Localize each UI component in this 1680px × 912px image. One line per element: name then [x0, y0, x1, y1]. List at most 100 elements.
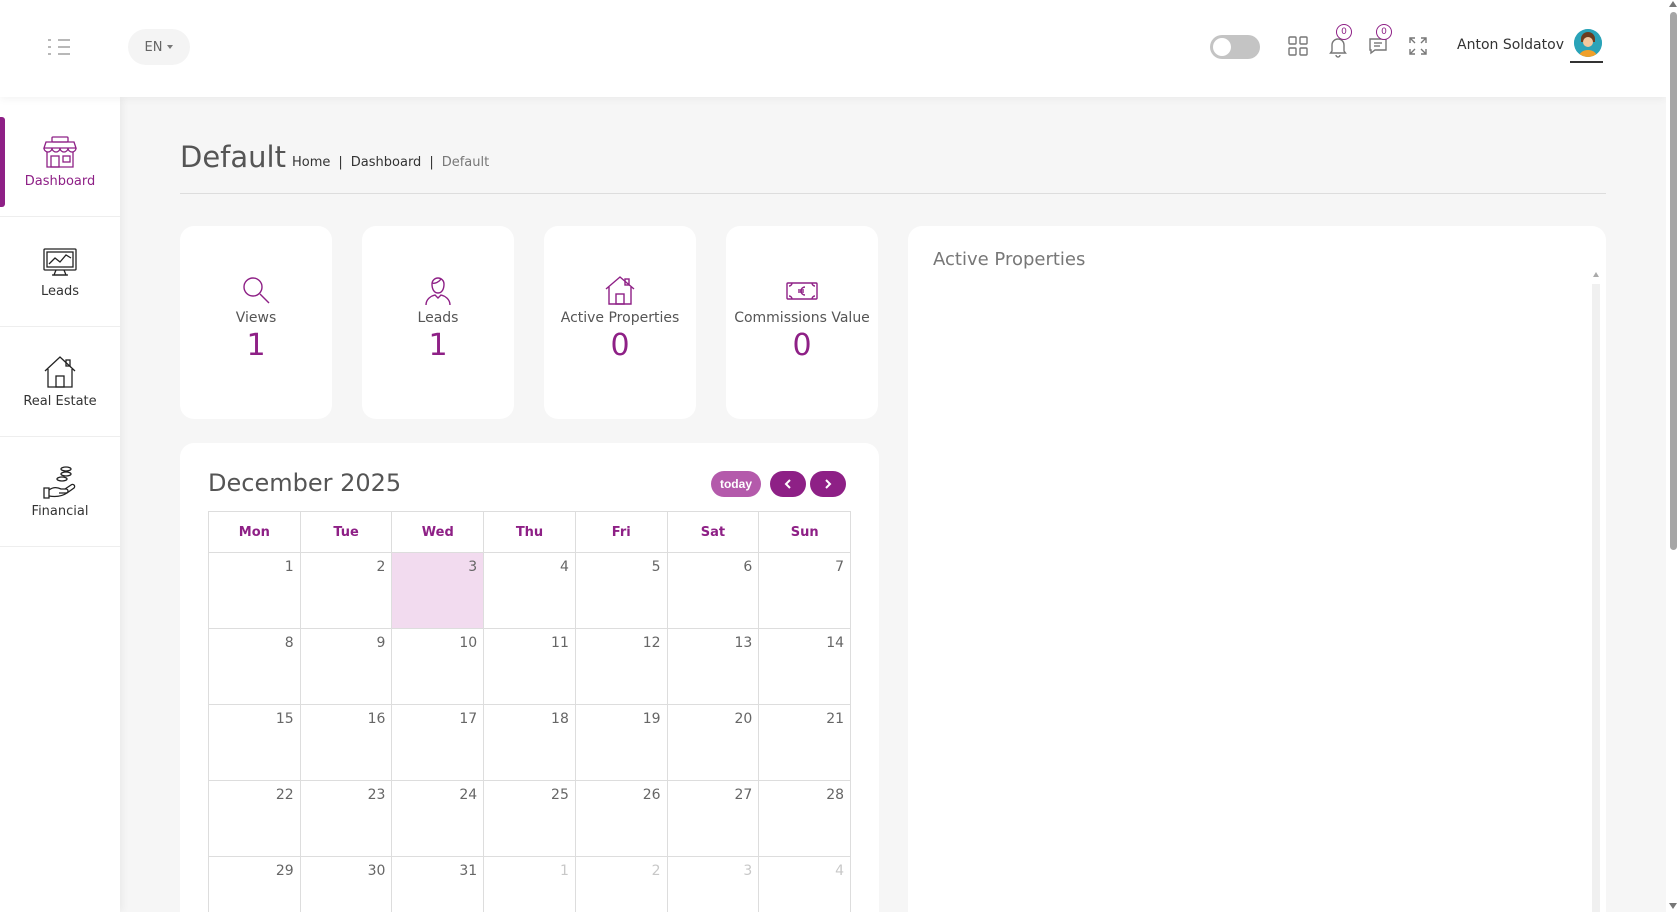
chevron-left-icon [784, 479, 791, 489]
weekday-fri: Fri [575, 512, 668, 553]
calendar-day-cell-next-month[interactable]: 2 [576, 857, 668, 912]
calendar-weekday-header: Mon Tue Wed Thu Fri Sat Sun [208, 511, 852, 553]
stat-card-commissions-value: Commissions Value 0 [726, 226, 878, 419]
scroll-down-arrow-icon[interactable] [1669, 903, 1677, 909]
monitor-chart-icon [43, 248, 77, 276]
calendar-week-row: 29 30 31 1 2 3 4 [208, 857, 852, 912]
menu-toggle-icon[interactable] [46, 38, 74, 56]
calendar-day-cell[interactable]: 7 [759, 553, 852, 629]
stat-card-views: Views 1 [180, 226, 332, 419]
calendar-day-cell[interactable]: 18 [484, 705, 576, 781]
calendar-day-cell-today[interactable]: 3 [392, 553, 485, 629]
sidebar-item-financial[interactable]: Financial [0, 437, 120, 547]
breadcrumb-dashboard[interactable]: Dashboard [351, 155, 422, 170]
user-avatar[interactable] [1574, 29, 1602, 57]
stat-label: Active Properties [560, 310, 680, 326]
calendar-day-cell[interactable]: 13 [667, 629, 760, 705]
next-month-button[interactable] [810, 471, 846, 497]
calendar-day-cell[interactable]: 23 [300, 781, 393, 857]
calendar-day-cell[interactable]: 14 [759, 629, 852, 705]
calendar-day-cell[interactable]: 15 [209, 705, 301, 781]
calendar-day-cell[interactable]: 29 [209, 857, 301, 912]
fullscreen-icon[interactable] [1406, 34, 1430, 58]
calendar-day-cell[interactable]: 12 [575, 629, 668, 705]
calendar-day-cell[interactable]: 19 [575, 705, 668, 781]
stat-card-leads: Leads 1 [362, 226, 514, 419]
sidebar-item-dashboard[interactable]: Dashboard [0, 97, 120, 217]
calendar-day-cell[interactable]: 8 [209, 629, 301, 705]
breadcrumb-current: Default [441, 155, 490, 170]
prev-month-button[interactable] [770, 471, 806, 497]
scrollbar-thumb[interactable] [1670, 12, 1677, 550]
calendar-day-cell[interactable]: 16 [300, 705, 393, 781]
calendar-day-cell[interactable]: 30 [301, 857, 393, 912]
calendar-day-cell[interactable]: 24 [392, 781, 485, 857]
active-properties-scrollbar[interactable] [1592, 272, 1600, 912]
calendar-grid: Mon Tue Wed Thu Fri Sat Sun 1 2 3 4 5 6 … [208, 511, 852, 912]
breadcrumb-separator: | [429, 155, 434, 170]
calendar-day-cell[interactable]: 22 [209, 781, 301, 857]
sidebar-item-real-estate[interactable]: Real Estate [0, 327, 120, 437]
messages-badge: 0 [1376, 24, 1392, 40]
calendar-day-cell[interactable]: 28 [759, 781, 852, 857]
sidebar-item-label: Dashboard [24, 174, 96, 189]
calendar-week-row: 15 16 17 18 19 20 21 [208, 705, 852, 781]
page-scrollbar[interactable] [1666, 0, 1680, 912]
calendar-day-cell[interactable]: 9 [300, 629, 393, 705]
euro-banknote-icon [786, 282, 818, 300]
hand-coins-icon [43, 466, 76, 499]
sidebar-item-label: Financial [31, 504, 89, 519]
weekday-sun: Sun [759, 512, 852, 553]
house-icon [605, 276, 635, 305]
calendar-day-cell[interactable]: 2 [300, 553, 393, 629]
language-label: EN [144, 39, 163, 55]
page-title: Default [180, 140, 286, 174]
notifications-badge: 0 [1336, 24, 1352, 40]
today-button[interactable]: today [711, 471, 761, 497]
grid-icon[interactable] [1286, 34, 1310, 58]
calendar-day-cell[interactable]: 31 [392, 857, 485, 912]
calendar-day-cell[interactable]: 20 [667, 705, 760, 781]
breadcrumb-separator: | [338, 155, 343, 170]
theme-toggle[interactable] [1210, 35, 1260, 59]
active-properties-title: Active Properties [933, 249, 1086, 270]
calendar-day-cell-next-month[interactable]: 4 [759, 857, 852, 912]
top-header: EN 0 0 Anton Soldatov [0, 0, 1666, 97]
breadcrumb: Home | Dashboard | Default [292, 155, 489, 170]
house-icon [44, 356, 76, 388]
calendar-day-cell[interactable]: 1 [209, 553, 301, 629]
calendar-day-cell[interactable]: 21 [759, 705, 852, 781]
stat-value: 1 [246, 328, 266, 363]
calendar-day-cell[interactable]: 11 [484, 629, 576, 705]
chevron-right-icon [825, 479, 832, 489]
stat-value: 0 [610, 328, 630, 363]
stat-card-active-properties: Active Properties 0 [544, 226, 696, 419]
calendar-day-cell-next-month[interactable]: 1 [484, 857, 576, 912]
weekday-sat: Sat [667, 512, 760, 553]
weekday-wed: Wed [392, 512, 485, 553]
calendar-day-cell[interactable]: 6 [667, 553, 760, 629]
language-selector[interactable]: EN [128, 29, 190, 65]
stat-label: Views [235, 310, 277, 326]
calendar-week-row: 22 23 24 25 26 27 28 [208, 781, 852, 857]
calendar-day-cell[interactable]: 25 [484, 781, 576, 857]
breadcrumb-home[interactable]: Home [292, 155, 330, 170]
calendar-day-cell[interactable]: 26 [575, 781, 668, 857]
calendar-week-row: 1 2 3 4 5 6 7 [208, 553, 852, 629]
weekday-tue: Tue [300, 512, 393, 553]
user-name[interactable]: Anton Soldatov [1457, 37, 1564, 53]
calendar-card: December 2025 today Mon Tue Wed Thu Fri … [180, 443, 879, 912]
calendar-day-cell[interactable]: 10 [392, 629, 485, 705]
calendar-day-cell[interactable]: 17 [392, 705, 485, 781]
sidebar-item-label: Leads [40, 284, 79, 299]
scroll-up-arrow-icon[interactable] [1669, 1, 1677, 7]
stat-value: 1 [428, 328, 448, 363]
calendar-day-cell-next-month[interactable]: 3 [668, 857, 760, 912]
calendar-day-cell[interactable]: 4 [484, 553, 576, 629]
calendar-day-cell[interactable]: 27 [667, 781, 760, 857]
stat-value: 0 [792, 328, 812, 363]
sidebar-item-leads[interactable]: Leads [0, 217, 120, 327]
calendar-day-cell[interactable]: 5 [575, 553, 668, 629]
caret-down-icon [167, 45, 174, 49]
sidebar: Dashboard Leads Real Estate Financial [0, 97, 120, 912]
